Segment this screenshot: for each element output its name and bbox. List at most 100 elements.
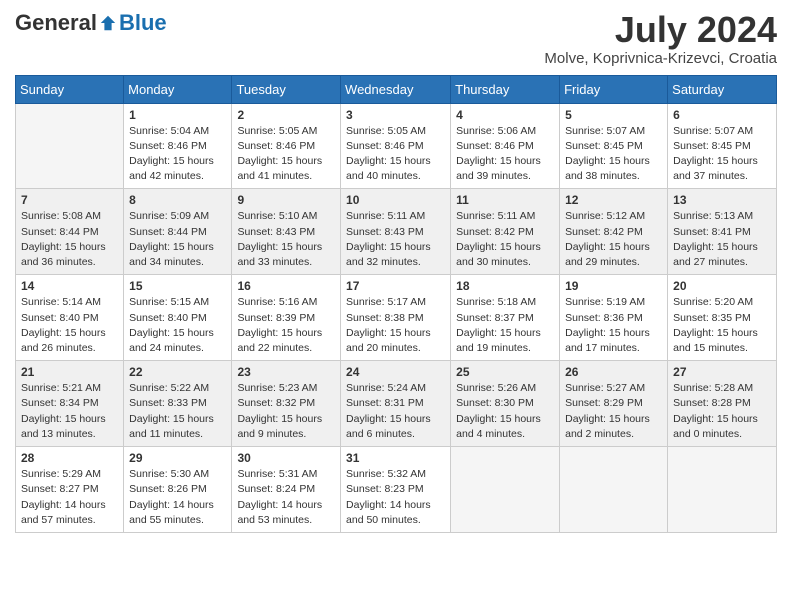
calendar-cell: 15 Sunrise: 5:15 AM Sunset: 8:40 PM Dayli… [124, 275, 232, 361]
calendar-cell: 2 Sunrise: 5:05 AM Sunset: 8:46 PM Daylig… [232, 103, 341, 189]
calendar-header-saturday: Saturday [668, 75, 777, 103]
calendar-cell: 22 Sunrise: 5:22 AM Sunset: 8:33 PM Dayli… [124, 361, 232, 447]
calendar-cell [668, 447, 777, 533]
day-info: Sunrise: 5:14 AM Sunset: 8:40 PM Dayligh… [21, 295, 118, 356]
day-info: Sunrise: 5:18 AM Sunset: 8:37 PM Dayligh… [456, 295, 554, 356]
day-number: 2 [237, 108, 335, 122]
day-info: Sunrise: 5:29 AM Sunset: 8:27 PM Dayligh… [21, 467, 118, 528]
logo-icon [99, 14, 117, 32]
calendar-header-friday: Friday [560, 75, 668, 103]
calendar-week-row: 7 Sunrise: 5:08 AM Sunset: 8:44 PM Daylig… [16, 189, 777, 275]
day-info: Sunrise: 5:06 AM Sunset: 8:46 PM Dayligh… [456, 124, 554, 185]
day-info: Sunrise: 5:05 AM Sunset: 8:46 PM Dayligh… [237, 124, 335, 185]
calendar-header-row: SundayMondayTuesdayWednesdayThursdayFrid… [16, 75, 777, 103]
day-info: Sunrise: 5:21 AM Sunset: 8:34 PM Dayligh… [21, 381, 118, 442]
day-number: 31 [346, 451, 445, 465]
day-number: 13 [673, 193, 771, 207]
calendar-cell: 7 Sunrise: 5:08 AM Sunset: 8:44 PM Daylig… [16, 189, 124, 275]
calendar-cell: 18 Sunrise: 5:18 AM Sunset: 8:37 PM Dayli… [451, 275, 560, 361]
logo-general: General [15, 10, 97, 36]
day-number: 25 [456, 365, 554, 379]
calendar-cell: 3 Sunrise: 5:05 AM Sunset: 8:46 PM Daylig… [341, 103, 451, 189]
calendar-cell: 21Sunrise: 5:21 AM Sunset: 8:34 PM Dayli… [16, 361, 124, 447]
calendar-cell [560, 447, 668, 533]
day-number: 6 [673, 108, 771, 122]
day-number: 7 [21, 193, 118, 207]
calendar-header-wednesday: Wednesday [341, 75, 451, 103]
calendar-cell: 30 Sunrise: 5:31 AM Sunset: 8:24 PM Dayli… [232, 447, 341, 533]
day-number: 19 [565, 279, 662, 293]
day-info: Sunrise: 5:28 AM Sunset: 8:28 PM Dayligh… [673, 381, 771, 442]
day-number: 5 [565, 108, 662, 122]
day-info: Sunrise: 5:11 AM Sunset: 8:43 PM Dayligh… [346, 209, 445, 270]
calendar-cell: 25 Sunrise: 5:26 AM Sunset: 8:30 PM Dayli… [451, 361, 560, 447]
day-number: 14 [21, 279, 118, 293]
calendar-cell [16, 103, 124, 189]
day-number: 15 [129, 279, 226, 293]
calendar-cell: 12Sunrise: 5:12 AM Sunset: 8:42 PM Dayli… [560, 189, 668, 275]
day-info: Sunrise: 5:22 AM Sunset: 8:33 PM Dayligh… [129, 381, 226, 442]
day-number: 24 [346, 365, 445, 379]
logo-blue: Blue [119, 10, 167, 36]
calendar-table: SundayMondayTuesdayWednesdayThursdayFrid… [15, 75, 777, 533]
day-number: 10 [346, 193, 445, 207]
day-info: Sunrise: 5:32 AM Sunset: 8:23 PM Dayligh… [346, 467, 445, 528]
calendar-cell: 1 Sunrise: 5:04 AM Sunset: 8:46 PM Daylig… [124, 103, 232, 189]
day-info: Sunrise: 5:15 AM Sunset: 8:40 PM Dayligh… [129, 295, 226, 356]
day-info: Sunrise: 5:20 AM Sunset: 8:35 PM Dayligh… [673, 295, 771, 356]
day-number: 18 [456, 279, 554, 293]
day-info: Sunrise: 5:26 AM Sunset: 8:30 PM Dayligh… [456, 381, 554, 442]
calendar-header-tuesday: Tuesday [232, 75, 341, 103]
calendar-cell: 10 Sunrise: 5:11 AM Sunset: 8:43 PM Dayli… [341, 189, 451, 275]
day-info: Sunrise: 5:23 AM Sunset: 8:32 PM Dayligh… [237, 381, 335, 442]
day-number: 28 [21, 451, 118, 465]
calendar-week-row: 21Sunrise: 5:21 AM Sunset: 8:34 PM Dayli… [16, 361, 777, 447]
day-number: 20 [673, 279, 771, 293]
day-number: 30 [237, 451, 335, 465]
day-number: 26 [565, 365, 662, 379]
calendar-cell: 23 Sunrise: 5:23 AM Sunset: 8:32 PM Dayli… [232, 361, 341, 447]
day-number: 29 [129, 451, 226, 465]
calendar-cell: 24 Sunrise: 5:24 AM Sunset: 8:31 PM Dayli… [341, 361, 451, 447]
calendar-cell: 31 Sunrise: 5:32 AM Sunset: 8:23 PM Dayli… [341, 447, 451, 533]
calendar-cell: 5Sunrise: 5:07 AM Sunset: 8:45 PM Daylig… [560, 103, 668, 189]
day-number: 16 [237, 279, 335, 293]
day-number: 1 [129, 108, 226, 122]
day-info: Sunrise: 5:08 AM Sunset: 8:44 PM Dayligh… [21, 209, 118, 270]
title-block: July 2024 Molve, Koprivnica-Krizevci, Cr… [544, 10, 777, 67]
day-info: Sunrise: 5:24 AM Sunset: 8:31 PM Dayligh… [346, 381, 445, 442]
calendar-header-monday: Monday [124, 75, 232, 103]
day-number: 9 [237, 193, 335, 207]
calendar-cell: 20 Sunrise: 5:20 AM Sunset: 8:35 PM Dayli… [668, 275, 777, 361]
day-info: Sunrise: 5:11 AM Sunset: 8:42 PM Dayligh… [456, 209, 554, 270]
day-number: 27 [673, 365, 771, 379]
calendar-week-row: 28 Sunrise: 5:29 AM Sunset: 8:27 PM Dayli… [16, 447, 777, 533]
day-info: Sunrise: 5:07 AM Sunset: 8:45 PM Dayligh… [673, 124, 771, 185]
day-info: Sunrise: 5:27 AM Sunset: 8:29 PM Dayligh… [565, 381, 662, 442]
location: Molve, Koprivnica-Krizevci, Croatia [544, 50, 777, 67]
day-info: Sunrise: 5:31 AM Sunset: 8:24 PM Dayligh… [237, 467, 335, 528]
calendar-cell: 6 Sunrise: 5:07 AM Sunset: 8:45 PM Daylig… [668, 103, 777, 189]
day-number: 4 [456, 108, 554, 122]
day-info: Sunrise: 5:09 AM Sunset: 8:44 PM Dayligh… [129, 209, 226, 270]
calendar-cell: 19Sunrise: 5:19 AM Sunset: 8:36 PM Dayli… [560, 275, 668, 361]
day-number: 3 [346, 108, 445, 122]
calendar-cell: 16Sunrise: 5:16 AM Sunset: 8:39 PM Dayli… [232, 275, 341, 361]
calendar-cell: 8 Sunrise: 5:09 AM Sunset: 8:44 PM Daylig… [124, 189, 232, 275]
day-info: Sunrise: 5:05 AM Sunset: 8:46 PM Dayligh… [346, 124, 445, 185]
calendar-cell: 9Sunrise: 5:10 AM Sunset: 8:43 PM Daylig… [232, 189, 341, 275]
day-info: Sunrise: 5:04 AM Sunset: 8:46 PM Dayligh… [129, 124, 226, 185]
day-number: 11 [456, 193, 554, 207]
day-number: 22 [129, 365, 226, 379]
calendar-cell: 14 Sunrise: 5:14 AM Sunset: 8:40 PM Dayli… [16, 275, 124, 361]
calendar-header-sunday: Sunday [16, 75, 124, 103]
day-info: Sunrise: 5:17 AM Sunset: 8:38 PM Dayligh… [346, 295, 445, 356]
day-info: Sunrise: 5:30 AM Sunset: 8:26 PM Dayligh… [129, 467, 226, 528]
day-number: 8 [129, 193, 226, 207]
day-number: 23 [237, 365, 335, 379]
calendar-cell: 29 Sunrise: 5:30 AM Sunset: 8:26 PM Dayli… [124, 447, 232, 533]
day-number: 17 [346, 279, 445, 293]
month-title: July 2024 [544, 10, 777, 50]
calendar-cell: 11 Sunrise: 5:11 AM Sunset: 8:42 PM Dayli… [451, 189, 560, 275]
calendar-week-row: 1 Sunrise: 5:04 AM Sunset: 8:46 PM Daylig… [16, 103, 777, 189]
